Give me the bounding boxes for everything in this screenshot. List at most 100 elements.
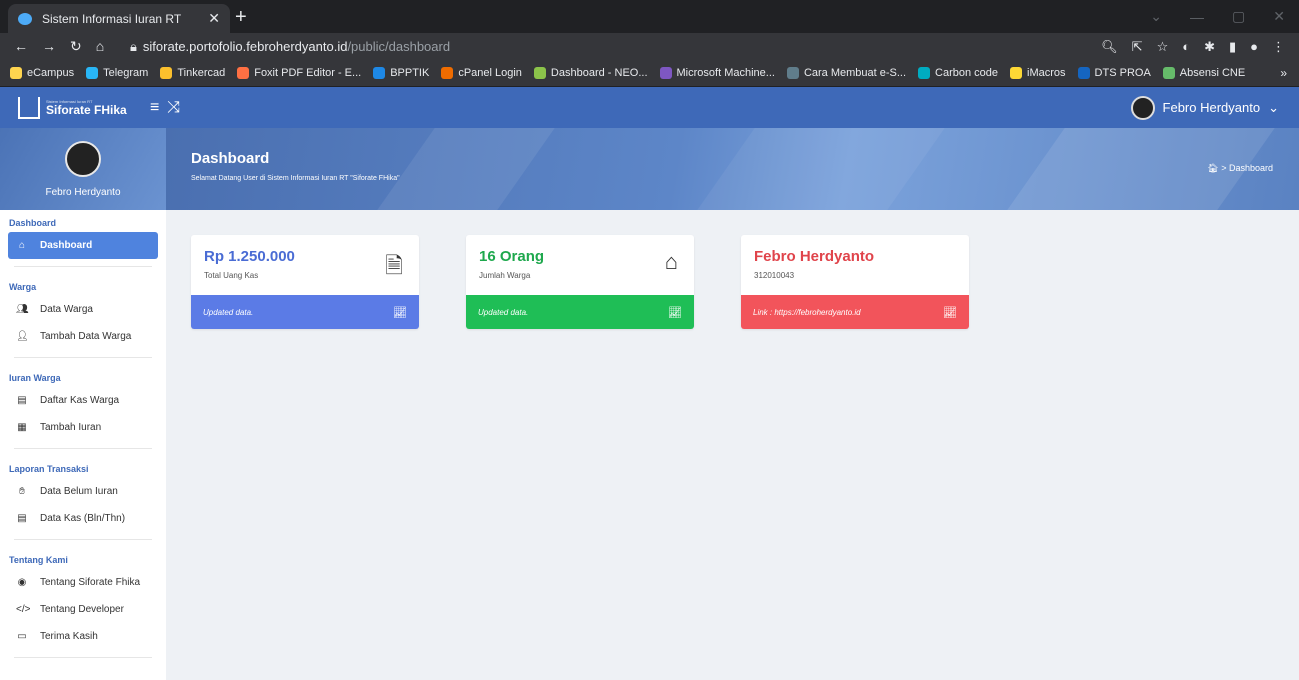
sidebar-item-terima-kasih[interactable]: ▭ Terima Kasih	[0, 623, 166, 650]
sidebar-divider	[14, 357, 152, 358]
sidebar-profile: Febro Herdyanto	[0, 128, 166, 210]
sidebar-item-tentang-siforate-fhika[interactable]: ◉ Tentang Siforate Fhika	[0, 569, 166, 596]
browser-tab[interactable]: Sistem Informasi Iuran RT ✕	[8, 4, 230, 33]
breadcrumb[interactable]: 🏠︎ > Dashboard	[1207, 163, 1273, 174]
fullscreen-icon[interactable]: ⤨	[167, 99, 180, 117]
user-menu[interactable]: Febro Herdyanto ⌄	[1130, 95, 1299, 120]
bookmark-item[interactable]: iMacros	[1010, 67, 1066, 79]
tab-title: Sistem Informasi Iuran RT	[42, 11, 182, 26]
bookmark-item[interactable]: cPanel Login	[441, 67, 522, 79]
bookmark-item[interactable]: Absensi CNE	[1162, 67, 1245, 79]
stat-card: 16 Orang Jumlah Warga ⌂ Updated data. 📈︎	[466, 235, 694, 329]
bookmark-label: Telegram	[103, 67, 149, 79]
browser-toolbar-icons: 🔍︎ ⇱ ☆ ◐ ✱ ▮ ● ⋮	[1101, 39, 1299, 55]
close-window-icon[interactable]: ✕	[1273, 8, 1285, 25]
bookmark-favicon-icon	[659, 67, 672, 79]
sidebar-item-tentang-developer[interactable]: </> Tentang Developer	[0, 596, 166, 623]
chevron-down-icon[interactable]: ⌄	[1150, 8, 1162, 25]
bookmark-favicon-icon	[1010, 67, 1023, 79]
hand-holding-icon: ✋︎	[19, 486, 25, 497]
stat-card-footer[interactable]: Updated data. 📈︎	[466, 295, 694, 329]
sidebar-section-title: Iuran Warga	[9, 373, 61, 383]
home-browser-icon[interactable]: ⌂	[96, 38, 104, 55]
url-field[interactable]: 🔒︎ siforate.portofolio.febroherdyanto.id…	[130, 39, 1101, 55]
bookmark-item[interactable]: Carbon code	[918, 67, 998, 79]
sidebar-item-data-kas-bln-thn[interactable]: ▤ Data Kas (Bln/Thn)	[0, 505, 166, 532]
stat-value: Rp 1.250.000	[204, 248, 295, 265]
app-topbar: Sistem Informasi Iuran RT Siforate FHika…	[0, 87, 1299, 128]
sidebar-item-label: Tambah Data Warga	[40, 331, 132, 342]
menu-dots-icon[interactable]: ⋮	[1272, 39, 1285, 55]
sidepanel-icon[interactable]: ▮	[1229, 39, 1236, 55]
restore-icon[interactable]: ▢	[1232, 8, 1245, 25]
bookmark-label: DTS PROA	[1094, 67, 1151, 79]
sidebar-item-dashboard[interactable]: ⌂ Dashboard	[8, 232, 158, 259]
bookmark-item[interactable]: Tinkercad	[160, 67, 225, 79]
chart-line-icon: 📈︎	[668, 306, 682, 319]
sidebar-item-label: Terima Kasih	[40, 631, 98, 642]
sidebar-item-tambah-data-warga[interactable]: 👤︎ Tambah Data Warga	[0, 323, 166, 350]
stat-card: Rp 1.250.000 Total Uang Kas 🗎 Updated data.…	[191, 235, 419, 329]
bookmark-item[interactable]: Microsoft Machine...	[659, 67, 775, 79]
bookmark-label: Cara Membuat e-S...	[803, 67, 907, 79]
bookmark-item[interactable]: BPPTIK	[373, 67, 429, 79]
url-host: siforate.portofolio.febroherdyanto.id	[142, 39, 348, 54]
bookmark-item[interactable]: Cara Membuat e-S...	[786, 67, 907, 79]
bookmark-favicon-icon	[160, 67, 173, 79]
puzzle-icon[interactable]: ✱	[1204, 39, 1215, 55]
profile-icon[interactable]: ●	[1250, 39, 1258, 55]
sidebar-item-label: Data Warga	[40, 304, 93, 315]
stat-card-footer[interactable]: Updated data. 📈︎	[191, 295, 419, 329]
zoom-icon[interactable]: 🔍︎	[1101, 39, 1118, 55]
stat-label: Total Uang Kas	[204, 271, 259, 280]
sidebar-item-daftar-kas-warga[interactable]: ▤ Daftar Kas Warga	[0, 387, 166, 414]
sidebar-item-data-belum-iuran[interactable]: ✋︎ Data Belum Iuran	[0, 478, 166, 505]
sidebar: Febro Herdyanto Dashboard ⌂ Dashboard Warga…	[0, 128, 166, 680]
extension-icon[interactable]: ◐	[1182, 39, 1190, 55]
bookmark-favicon-icon	[86, 67, 99, 79]
bookmark-item[interactable]: Dashboard - NEO...	[533, 67, 648, 79]
hamburger-icon[interactable]: ≡	[150, 99, 159, 117]
stat-card-footer[interactable]: Link : https://febroherdyanto.id 📈︎	[741, 295, 969, 329]
logo-text: Sistem Informasi Iuran RT Siforate FHika	[46, 99, 127, 116]
bookmark-item[interactable]: eCampus	[10, 67, 74, 79]
sidebar-section-title: Warga	[9, 282, 37, 292]
reload-icon[interactable]: ↻	[70, 38, 82, 55]
bookmark-favicon-icon	[441, 67, 454, 79]
sidebar-item-label: Dashboard	[40, 240, 93, 251]
forward-icon[interactable]: →	[42, 38, 56, 55]
stat-value: 16 Orang	[479, 248, 545, 265]
sidebar-item-label: Data Kas (Bln/Thn)	[40, 513, 126, 524]
sidebar-item-tambah-iuran[interactable]: ▦ Tambah Iuran	[0, 414, 166, 441]
star-icon[interactable]: ☆	[1157, 39, 1169, 55]
stat-footer-text: Updated data.	[203, 307, 254, 317]
page-subtitle: Selamat Datang User di Sistem Informasi …	[191, 175, 400, 182]
minimize-icon[interactable]: —	[1190, 9, 1204, 25]
back-icon[interactable]: ←	[14, 38, 28, 55]
bookmarks-bar: eCampus Telegram Tinkercad Foxit PDF Editor…	[0, 60, 1299, 87]
thanks-icon: ▭	[17, 631, 27, 642]
profile-name: Febro Herdyanto	[45, 186, 121, 198]
bookmark-favicon-icon	[786, 67, 799, 79]
bookmarks-overflow-icon[interactable]: »	[1280, 66, 1287, 80]
bookmark-item[interactable]: DTS PROA	[1077, 67, 1151, 79]
user-plus-icon: 👤︎	[16, 331, 29, 342]
sidebar-item-label: Tambah Iuran	[40, 422, 102, 433]
lock-icon: 🔒︎	[130, 38, 137, 54]
sidebar-divider	[14, 657, 152, 658]
sidebar-item-data-warga[interactable]: 👥︎ Data Warga	[0, 296, 166, 323]
avatar	[1130, 95, 1155, 120]
bookmark-label: BPPTIK	[390, 67, 430, 79]
stat-card: Febro Herdyanto 312010043 Link : https://f…	[741, 235, 969, 329]
sidebar-divider	[14, 448, 152, 449]
bookmark-item[interactable]: Telegram	[86, 67, 148, 79]
close-tab-icon[interactable]: ✕	[208, 10, 220, 27]
new-tab-button[interactable]: +	[235, 6, 247, 29]
app-logo[interactable]: Sistem Informasi Iuran RT Siforate FHika	[0, 96, 142, 119]
bookmark-label: Foxit PDF Editor - E...	[254, 67, 362, 79]
sidebar-divider	[14, 539, 152, 540]
share-icon[interactable]: ⇱	[1132, 39, 1143, 55]
bookmark-item[interactable]: Foxit PDF Editor - E...	[237, 67, 361, 79]
stat-value: Febro Herdyanto	[754, 248, 875, 265]
bookmark-favicon-icon	[533, 67, 546, 79]
